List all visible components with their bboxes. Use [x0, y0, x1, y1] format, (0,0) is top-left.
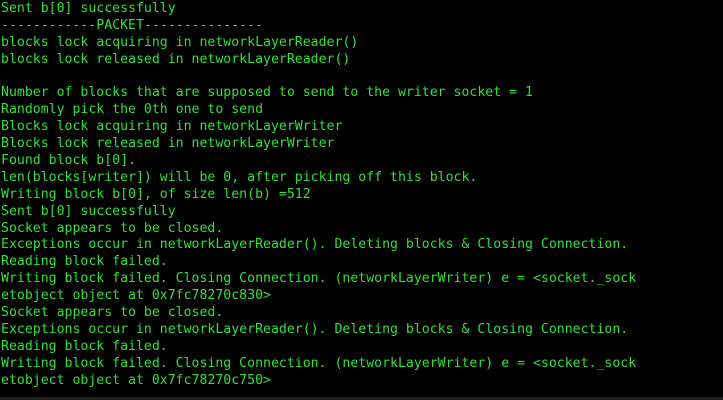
terminal-line: Exceptions occur in networkLayerReader()…: [1, 237, 629, 253]
terminal-line: Blocks lock released in networkLayerWrit…: [1, 136, 335, 152]
terminal-line: Randomly pick the 0th one to send: [1, 102, 264, 118]
terminal-line: Blocks lock acquiring in networkLayerWri…: [1, 119, 343, 135]
terminal-line: Writing block b[0], of size len(b) =512: [1, 186, 311, 202]
terminal-line: Socket appears to be closed.: [1, 220, 224, 236]
terminal-line: Writing block failed. Closing Connection…: [1, 355, 637, 371]
terminal-line: Reading block failed.: [1, 338, 168, 354]
terminal-line: etobject object at 0x7fc78270c750>: [1, 372, 271, 388]
terminal-line: blocks lock released in networkLayerRead…: [1, 51, 351, 67]
terminal-line: Found block b[0].: [1, 153, 136, 169]
terminal-line: Number of blocks that are supposed to se…: [1, 85, 533, 101]
terminal-line: Socket appears to be closed.: [1, 305, 224, 321]
terminal-window[interactable]: Sent b[0] successfully ------------PACKE…: [0, 0, 723, 400]
terminal-line: etobject object at 0x7fc78270c830>: [1, 288, 271, 304]
terminal-line: Writing block failed. Closing Connection…: [1, 271, 637, 287]
terminal-line: Exceptions occur in networkLayerReader()…: [1, 321, 629, 337]
terminal-line: len(blocks[writer]) will be 0, after pic…: [1, 169, 478, 185]
terminal-line: ------------PACKET---------------: [1, 17, 264, 33]
terminal-line: blocks lock acquiring in networkLayerRea…: [1, 34, 359, 50]
terminal-line: Sent b[0] successfully: [1, 1, 176, 16]
terminal-line: Sent b[0] successfully: [1, 203, 176, 219]
terminal-line: Reading block failed.: [1, 254, 168, 270]
